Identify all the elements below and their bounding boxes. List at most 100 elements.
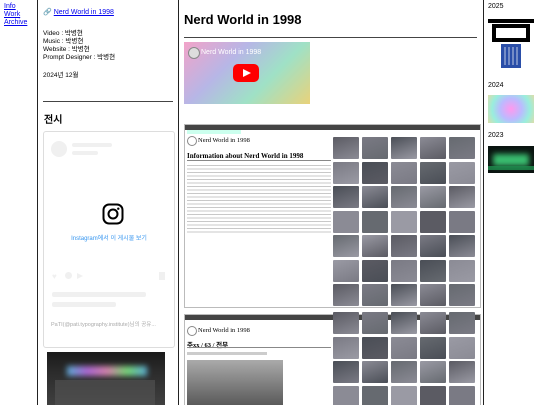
grid-photo bbox=[333, 161, 359, 184]
grid-photo bbox=[333, 312, 359, 334]
grid-photo bbox=[362, 161, 388, 184]
grid-photo bbox=[333, 210, 359, 233]
grid-photo bbox=[449, 210, 475, 233]
avatar-placeholder bbox=[51, 141, 67, 157]
placeholder-bar bbox=[52, 302, 116, 307]
exhibition-heading: 전시 bbox=[44, 115, 63, 126]
grid-photo bbox=[391, 336, 417, 359]
grid-photo bbox=[362, 361, 388, 383]
grid-photo bbox=[362, 210, 388, 233]
website-screenshot-1: Nerd World in 1998 Information about Ner… bbox=[184, 124, 481, 308]
grid-photo bbox=[449, 161, 475, 184]
grid-photo bbox=[362, 336, 388, 359]
nav-work-link[interactable]: Work bbox=[4, 11, 37, 19]
left-nav: Info Work Archive bbox=[0, 0, 38, 405]
grid-photo bbox=[449, 312, 475, 334]
grid-photo bbox=[420, 186, 446, 208]
grid-photo bbox=[449, 186, 475, 208]
exhibition-photo bbox=[47, 352, 165, 405]
credit-website: Website : 박병현 bbox=[43, 46, 90, 53]
grid-photo bbox=[449, 361, 475, 383]
comment-icon[interactable] bbox=[65, 272, 72, 279]
grid-photo bbox=[333, 235, 359, 257]
website-screenshot-2: Nerd World in 1998 주xx / 63 / 전무 bbox=[184, 312, 481, 405]
bookmark-icon[interactable] bbox=[159, 272, 165, 280]
grid-photo bbox=[420, 161, 446, 184]
title-divider bbox=[184, 37, 477, 38]
grid-photo bbox=[420, 336, 446, 359]
grid-photo bbox=[449, 336, 475, 359]
grid-photo bbox=[333, 284, 359, 306]
thumbnail-2023[interactable] bbox=[488, 146, 534, 173]
grid-photo bbox=[449, 385, 475, 405]
grid-photo bbox=[362, 235, 388, 257]
thumbnail-2025[interactable] bbox=[488, 14, 534, 70]
year-label-2025: 2025 bbox=[488, 3, 504, 10]
grid-photo bbox=[362, 186, 388, 208]
site-title: Nerd World in 1998 bbox=[198, 327, 250, 334]
breadcrumb bbox=[187, 130, 241, 134]
grid-photo bbox=[333, 361, 359, 383]
article-text bbox=[187, 165, 331, 233]
placeholder-bar bbox=[72, 151, 98, 155]
grid-photo bbox=[391, 284, 417, 306]
nav-info-link[interactable]: Info bbox=[4, 3, 37, 11]
instagram-embed[interactable]: Instagram에서 이 게시물 보기 ♥ PaTI(@pati.typogr… bbox=[43, 131, 175, 348]
grid-photo bbox=[391, 137, 417, 159]
grid-photo bbox=[333, 137, 359, 159]
site-logo bbox=[187, 326, 197, 336]
grid-photo bbox=[449, 235, 475, 257]
play-icon bbox=[243, 69, 251, 77]
thumbnail-2024[interactable] bbox=[488, 95, 534, 123]
grid-photo bbox=[333, 259, 359, 282]
project-link-row[interactable]: 🔗 Nerd World in 1998 bbox=[43, 8, 173, 17]
site-title: Nerd World in 1998 bbox=[198, 137, 250, 144]
grid-photo bbox=[391, 361, 417, 383]
share-icon[interactable] bbox=[77, 273, 83, 279]
grid-photo bbox=[391, 210, 417, 233]
office-photo bbox=[187, 360, 283, 405]
video-player[interactable]: Nerd World in 1998 bbox=[184, 42, 310, 104]
instagram-caption: PaTI(@pati.typography.institute)님의 공유... bbox=[51, 322, 156, 328]
grid-photo bbox=[391, 161, 417, 184]
view-on-instagram-link[interactable]: Instagram에서 이 게시물 보기 bbox=[44, 233, 174, 242]
placeholder-bar bbox=[72, 143, 112, 147]
grid-photo bbox=[362, 385, 388, 405]
grid-photo bbox=[420, 235, 446, 257]
grid-photo bbox=[391, 235, 417, 257]
grid-photo bbox=[333, 385, 359, 405]
instagram-icon bbox=[102, 203, 124, 225]
photo-grid bbox=[333, 312, 479, 405]
link-icon: 🔗 bbox=[43, 9, 52, 16]
grid-photo bbox=[362, 284, 388, 306]
grid-photo bbox=[420, 137, 446, 159]
grid-photo bbox=[362, 312, 388, 334]
credit-video: Video : 박병현 bbox=[43, 30, 83, 37]
grid-photo bbox=[362, 137, 388, 159]
project-title-link[interactable]: Nerd World in 1998 bbox=[54, 9, 114, 16]
grid-photo bbox=[333, 186, 359, 208]
play-button[interactable] bbox=[233, 64, 259, 82]
grid-photo bbox=[449, 137, 475, 159]
grid-photo bbox=[420, 210, 446, 233]
credit-music: Music : 박병현 bbox=[43, 38, 84, 45]
grid-photo bbox=[391, 385, 417, 405]
main-content: Nerd World in 1998 Nerd World in 1998 Ne… bbox=[179, 0, 484, 405]
section-title: Information about Nerd World in 1998 bbox=[187, 152, 304, 160]
heart-icon[interactable]: ♥ bbox=[52, 272, 57, 281]
grid-photo bbox=[420, 312, 446, 334]
grid-photo bbox=[449, 284, 475, 306]
grid-photo bbox=[362, 259, 388, 282]
placeholder-bar bbox=[52, 292, 146, 297]
grid-photo bbox=[391, 186, 417, 208]
grid-photo bbox=[420, 361, 446, 383]
site-logo bbox=[187, 136, 197, 146]
nav-archive-link[interactable]: Archive bbox=[4, 19, 37, 27]
video-title: Nerd World in 1998 bbox=[201, 49, 262, 56]
grid-photo bbox=[333, 336, 359, 359]
grid-photo bbox=[391, 259, 417, 282]
credit-prompt: Prompt Designer : 박병현 bbox=[43, 54, 116, 61]
channel-avatar bbox=[188, 47, 200, 59]
year-label-2023: 2023 bbox=[488, 132, 504, 139]
grid-photo bbox=[420, 259, 446, 282]
